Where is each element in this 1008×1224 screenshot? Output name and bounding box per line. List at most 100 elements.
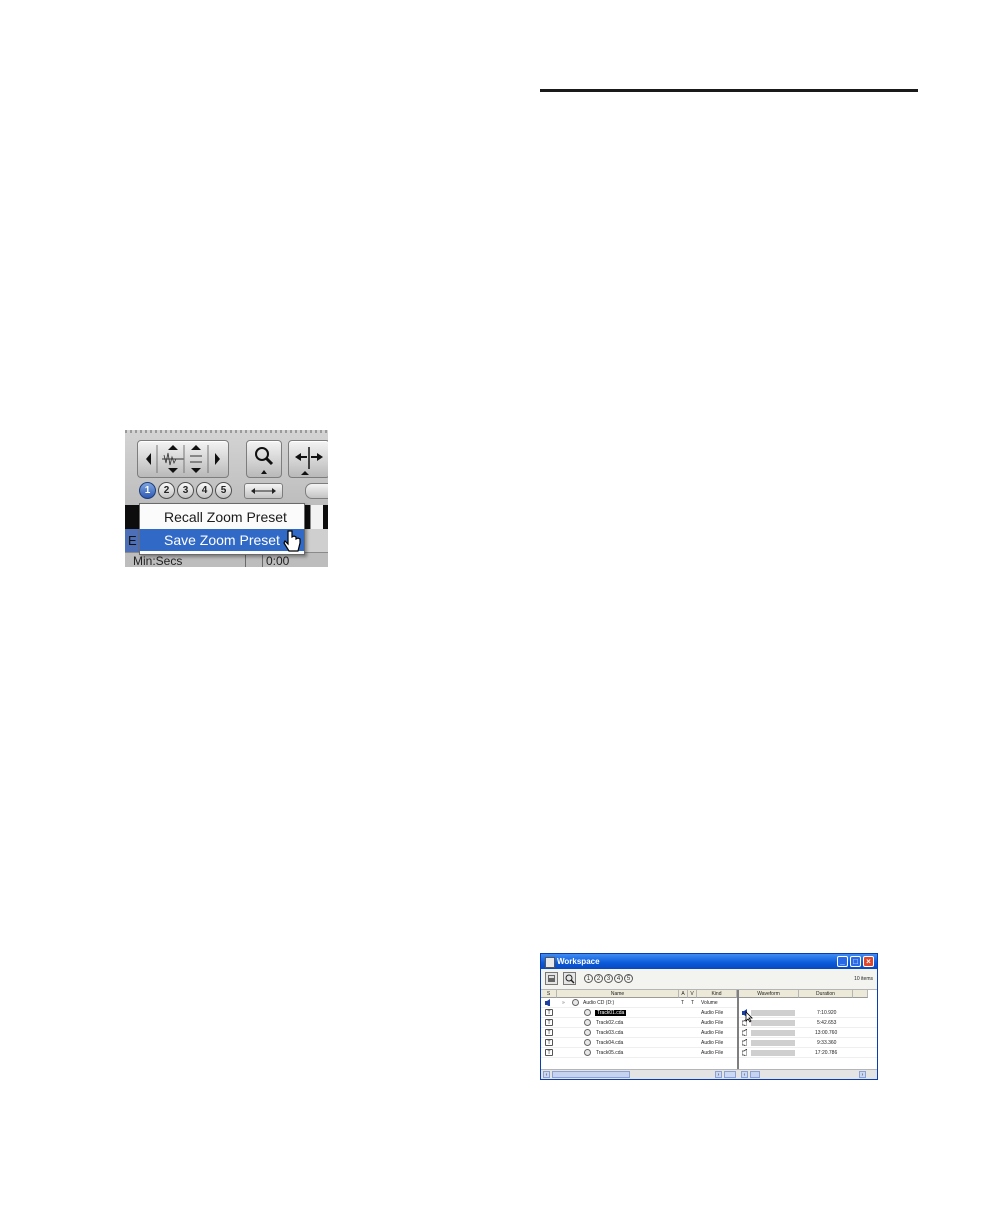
- speaker-icon: [742, 1029, 747, 1036]
- file-name: Track01.cda: [595, 1010, 627, 1016]
- audio-file-icon: [584, 1049, 591, 1056]
- table-row[interactable]: 13:00.760: [739, 1028, 877, 1038]
- zoom-preset-screenshot: 1 2 3 4 5 E Min:Secs 0:00 Recall Zoom Pr…: [125, 430, 328, 567]
- table-row[interactable]: 9:33.360: [739, 1038, 877, 1048]
- edit-marker: [310, 505, 323, 529]
- table-row[interactable]: 17:20.786: [739, 1048, 877, 1058]
- column-header-name[interactable]: Name: [557, 990, 679, 998]
- audio-file-icon: [584, 1019, 591, 1026]
- table-row[interactable]: T Track05.cda Audio File: [541, 1048, 737, 1058]
- item-count: 10 items: [854, 976, 873, 982]
- hand-cursor-icon: [283, 530, 301, 552]
- split-pane-icon[interactable]: [724, 1071, 736, 1078]
- table-row[interactable]: T Track04.cda Audio File: [541, 1038, 737, 1048]
- zoom-preset-context-menu: Recall Zoom Preset Save Zoom Preset: [139, 503, 305, 555]
- browser-right-pane: Waveform Duration 7:10.920 5:42.653 13:0…: [739, 990, 877, 1069]
- volume-name: Audio CD (D:): [583, 1000, 615, 1006]
- horizontal-zoom-pill[interactable]: [244, 483, 283, 499]
- workspace-icon: [545, 957, 555, 968]
- window-title: Workspace: [557, 957, 600, 966]
- scrollbar-thumb[interactable]: [552, 1071, 630, 1078]
- file-duration: 17:20.786: [815, 1050, 838, 1056]
- scroll-left-arrow-icon[interactable]: ‹: [543, 1071, 550, 1078]
- table-row[interactable]: T Track01.cda Audio File: [541, 1008, 737, 1018]
- zoom-toggle-button[interactable]: [288, 440, 328, 478]
- minimize-button[interactable]: _: [837, 956, 848, 967]
- browser-left-pane: S Name A V Kind » Audio CD (D:) T T Volu…: [541, 990, 739, 1069]
- preset-5-button[interactable]: 5: [624, 974, 633, 983]
- volume-a: T: [681, 1000, 685, 1006]
- status-t-badge: T: [545, 1029, 553, 1036]
- audio-file-icon: [584, 1039, 591, 1046]
- column-header-extra[interactable]: [853, 990, 868, 998]
- column-header-kind[interactable]: Kind: [697, 990, 737, 998]
- waveform-bar: [751, 1010, 795, 1016]
- divider: [262, 553, 263, 567]
- table-row[interactable]: T Track03.cda Audio File: [541, 1028, 737, 1038]
- zoom-preset-buttons: 1 2 3 4 5: [139, 482, 232, 499]
- file-duration: 7:10.920: [817, 1010, 837, 1016]
- magnifier-icon: [255, 447, 274, 474]
- panel-grip: [125, 430, 328, 433]
- preset-1-button[interactable]: 1: [584, 974, 593, 983]
- horizontal-arrows-icon: [251, 488, 276, 494]
- cd-icon: [572, 999, 579, 1006]
- file-name: Track03.cda: [596, 1030, 624, 1036]
- close-button[interactable]: ×: [863, 956, 874, 967]
- zoom-preset-3-button[interactable]: 3: [177, 482, 194, 499]
- status-t-badge: T: [545, 1049, 553, 1056]
- status-t-badge: T: [545, 1019, 553, 1026]
- column-header-v[interactable]: V: [688, 990, 697, 998]
- disk-icon: [548, 975, 555, 982]
- table-row[interactable]: 5:42.653: [739, 1018, 877, 1028]
- horizontal-scrollbar[interactable]: ‹ › ‹ ›: [541, 1069, 877, 1079]
- zoom-buttons-cluster[interactable]: [137, 440, 229, 478]
- preset-2-button[interactable]: 2: [594, 974, 603, 983]
- status-t-badge: T: [545, 1009, 553, 1016]
- zoom-slider[interactable]: [305, 483, 328, 499]
- zoom-preset-1-button[interactable]: 1: [139, 482, 156, 499]
- waveform-bar: [751, 1020, 795, 1026]
- zoom-preset-4-button[interactable]: 4: [196, 482, 213, 499]
- zoom-arrows-icon: [146, 445, 220, 473]
- table-row[interactable]: » Audio CD (D:) T T Volume: [541, 998, 737, 1008]
- table-row[interactable]: 7:10.920: [739, 1008, 877, 1018]
- speaker-icon: [742, 1039, 747, 1046]
- expand-icon[interactable]: »: [562, 998, 565, 1008]
- file-duration: 9:33.360: [817, 1040, 837, 1046]
- scrollbar-thumb[interactable]: [750, 1071, 760, 1078]
- volume-kind: Volume: [701, 1000, 718, 1006]
- column-header-waveform[interactable]: Waveform: [739, 990, 799, 998]
- maximize-button[interactable]: □: [850, 956, 861, 967]
- search-icon: [565, 974, 575, 984]
- pointer-cursor-icon: [745, 1011, 753, 1023]
- file-name: Track04.cda: [596, 1040, 624, 1046]
- column-header-s[interactable]: S: [541, 990, 557, 998]
- file-name: Track02.cda: [596, 1020, 624, 1026]
- column-header-duration[interactable]: Duration: [799, 990, 853, 998]
- magnifier-button[interactable]: [246, 440, 282, 478]
- zoom-preset-5-button[interactable]: 5: [215, 482, 232, 499]
- save-zoom-preset-menu-item[interactable]: Save Zoom Preset: [140, 529, 304, 551]
- preset-3-button[interactable]: 3: [604, 974, 613, 983]
- audio-file-icon: [584, 1029, 591, 1036]
- recall-zoom-preset-menu-item[interactable]: Recall Zoom Preset: [140, 506, 304, 528]
- browse-button[interactable]: [545, 972, 558, 985]
- status-t-badge: T: [545, 1039, 553, 1046]
- search-button[interactable]: [563, 972, 576, 985]
- waveform-bar: [751, 1040, 795, 1046]
- divider: [245, 553, 246, 567]
- waveform-bar: [751, 1030, 795, 1036]
- file-duration: 5:42.653: [817, 1020, 837, 1026]
- workspace-toolbar: 1 2 3 4 5 10 items: [541, 969, 877, 990]
- scroll-right-arrow-icon[interactable]: ›: [715, 1071, 722, 1078]
- section-rule: [540, 89, 918, 92]
- column-header-a[interactable]: A: [679, 990, 688, 998]
- scroll-left-arrow-icon[interactable]: ‹: [741, 1071, 748, 1078]
- scroll-right-arrow-icon[interactable]: ›: [859, 1071, 866, 1078]
- volume-v: T: [691, 1000, 695, 1006]
- table-row[interactable]: T Track02.cda Audio File: [541, 1018, 737, 1028]
- file-kind: Audio File: [701, 1010, 724, 1016]
- zoom-preset-2-button[interactable]: 2: [158, 482, 175, 499]
- preset-4-button[interactable]: 4: [614, 974, 623, 983]
